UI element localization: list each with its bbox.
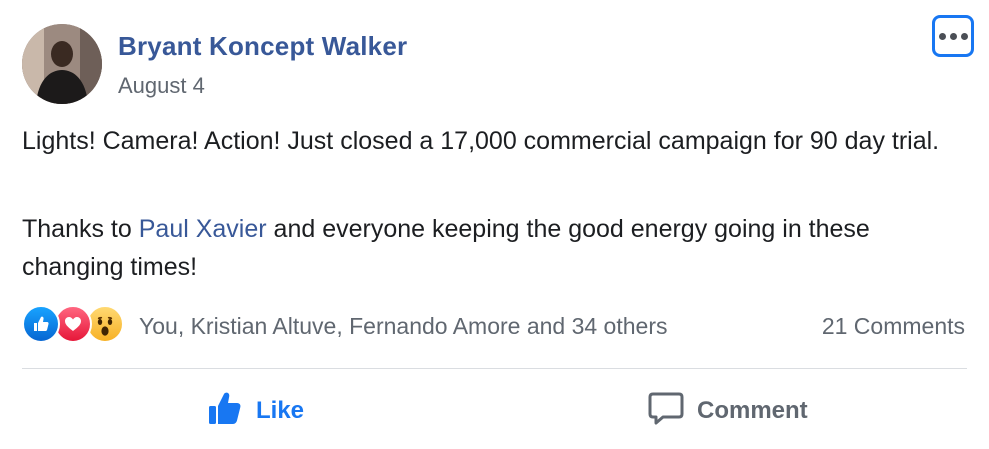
author-name[interactable]: Bryant Koncept Walker bbox=[118, 31, 407, 62]
comment-button[interactable]: Comment bbox=[647, 388, 808, 434]
like-label: Like bbox=[256, 397, 305, 424]
thumbs-up-icon bbox=[206, 389, 244, 434]
more-options-icon bbox=[938, 32, 946, 40]
reaction-summary[interactable]: You, Kristian Altuve, Fernando Amore and… bbox=[139, 313, 667, 340]
more-options-button[interactable] bbox=[932, 15, 974, 57]
comment-label: Comment bbox=[697, 397, 808, 424]
comments-count[interactable]: 21 Comments bbox=[822, 313, 965, 340]
post-text-paragraph-2: Thanks to Paul Xavier and everyone keepi… bbox=[22, 210, 952, 286]
avatar-photo bbox=[22, 24, 102, 104]
avatar[interactable] bbox=[22, 24, 102, 104]
divider bbox=[22, 368, 967, 369]
more-options-icon-dot bbox=[949, 32, 957, 40]
like-button[interactable]: Like bbox=[206, 388, 304, 434]
reaction-icons[interactable] bbox=[22, 305, 124, 343]
comment-bubble-icon bbox=[647, 389, 685, 434]
post-text-segment: Thanks to bbox=[22, 215, 139, 243]
post-date[interactable]: August 4 bbox=[118, 73, 205, 99]
more-options-icon-dot bbox=[960, 32, 968, 40]
post-text-paragraph-1: Lights! Camera! Action! Just closed a 17… bbox=[22, 127, 940, 155]
like-reaction-icon bbox=[22, 305, 60, 343]
mention-link[interactable]: Paul Xavier bbox=[139, 215, 267, 243]
